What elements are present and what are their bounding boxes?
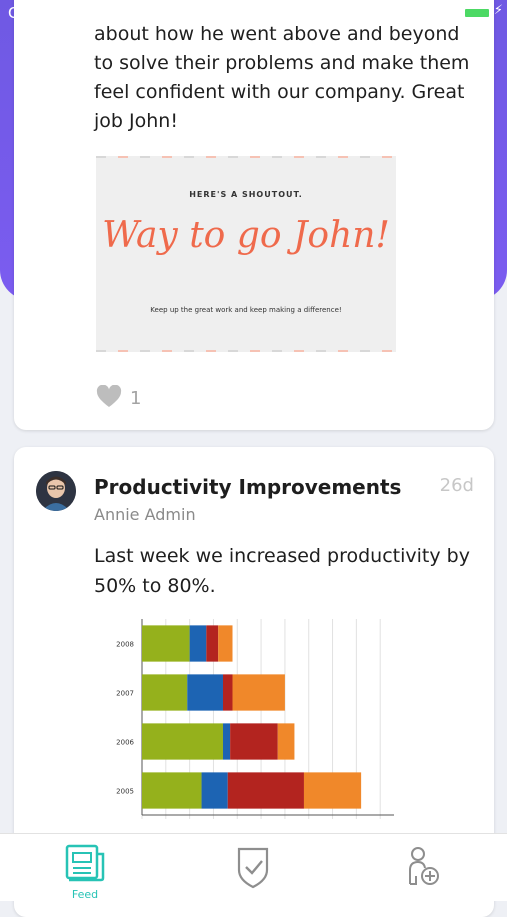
charging-icon: ⚡ xyxy=(493,3,503,18)
like-count: 1 xyxy=(130,388,142,409)
clock: 4:40 PM xyxy=(219,4,288,22)
avatar[interactable] xyxy=(36,471,76,511)
heart-icon[interactable] xyxy=(96,384,122,412)
top-border xyxy=(96,156,396,158)
post-title: Productivity Improvements xyxy=(94,475,402,499)
tab-feed[interactable]: Feed xyxy=(55,844,115,901)
tab-bar: Feed xyxy=(0,833,507,901)
bar-2006-segment-0 xyxy=(142,723,223,760)
y-tick-label: 2005 xyxy=(116,788,134,796)
bar-2005-segment-3 xyxy=(303,772,362,809)
bar-2005-segment-1 xyxy=(201,772,228,809)
bar-2007-segment-1 xyxy=(187,674,223,711)
tab-feed-label: Feed xyxy=(71,888,99,901)
tab-tasks[interactable] xyxy=(223,844,283,899)
post-body: Last week we increased productivity by 5… xyxy=(94,545,470,597)
bar-2006-segment-1 xyxy=(222,723,231,760)
bar-2008-segment-0 xyxy=(142,625,190,662)
like-control[interactable]: 1 xyxy=(96,384,142,412)
bar-2008-segment-3 xyxy=(218,625,233,662)
add-user-icon xyxy=(399,847,445,894)
y-tick-label: 2008 xyxy=(116,641,134,649)
bar-2007-segment-3 xyxy=(232,674,285,711)
bar-2008-segment-1 xyxy=(189,625,207,662)
shoutout-tagline: Keep up the great work and keep making a… xyxy=(150,306,342,314)
shoutout-headline: Way to go John! xyxy=(102,215,390,256)
bottom-border xyxy=(96,350,396,352)
bar-2007-segment-2 xyxy=(222,674,233,711)
bar-2005-segment-2 xyxy=(227,772,304,809)
y-tick-label: 2006 xyxy=(116,739,134,747)
bar-2005-segment-0 xyxy=(142,772,202,809)
shoutout-kicker: HERE'S A SHOUTOUT. xyxy=(189,190,303,199)
bar-2006-segment-2 xyxy=(230,723,278,760)
post-card-shoutout[interactable]: about how he went above and beyond to so… xyxy=(14,0,494,430)
tab-add-user[interactable] xyxy=(392,844,452,899)
shoutout-image[interactable]: HERE'S A SHOUTOUT. Way to go John! Keep … xyxy=(96,156,396,352)
post-age: 26d xyxy=(439,475,474,496)
bar-2006-segment-3 xyxy=(277,723,295,760)
productivity-chart: 2008 2007 2006 2005 xyxy=(116,619,394,819)
post-author: Annie Admin xyxy=(94,505,196,524)
feed-icon xyxy=(65,844,105,886)
y-tick-label: 2007 xyxy=(116,690,134,698)
battery-icon xyxy=(463,7,494,19)
post-body: about how he went above and beyond to so… xyxy=(94,23,470,132)
status-bar: Carrier 4:40 PM ⚡ xyxy=(0,0,507,26)
bar-2007-segment-0 xyxy=(142,674,188,711)
shield-check-icon xyxy=(231,847,275,894)
bar-2008-segment-2 xyxy=(206,625,219,662)
